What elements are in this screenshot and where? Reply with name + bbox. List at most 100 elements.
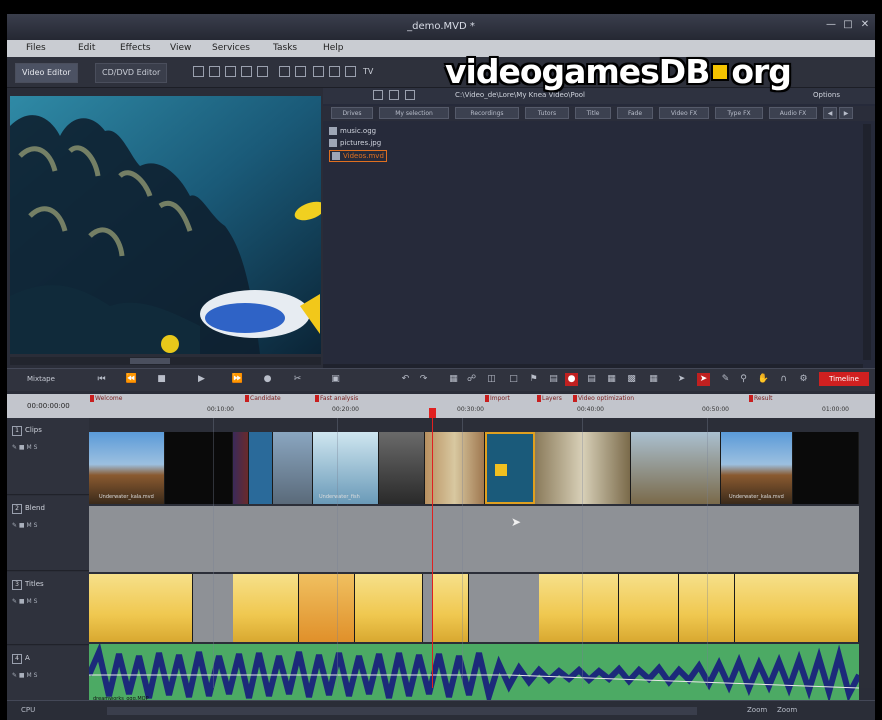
zoom-icon[interactable]: ⚲ <box>737 373 750 386</box>
zoom-value[interactable]: Zoom <box>777 706 797 714</box>
monitor-icon[interactable] <box>345 66 356 77</box>
hand-icon[interactable]: ✋ <box>757 373 770 386</box>
skip-back-icon[interactable]: ⏮ <box>95 373 108 386</box>
file-item-pictures[interactable]: pictures.jpg <box>329 138 381 148</box>
save-icon[interactable] <box>225 66 236 77</box>
burn-disc-icon[interactable] <box>257 66 268 77</box>
tv-label[interactable]: TV <box>363 67 373 76</box>
tabs-next-icon[interactable]: ▶ <box>839 107 853 119</box>
view-icon[interactable] <box>405 90 415 100</box>
title-clip[interactable] <box>433 574 469 642</box>
playhead[interactable] <box>429 408 436 688</box>
title-clip[interactable] <box>735 574 859 642</box>
folder-icon[interactable] <box>389 90 399 100</box>
video-clip[interactable] <box>535 432 631 504</box>
track-header-3[interactable]: 3 Titles ✎ ■ M S <box>7 572 89 645</box>
track-controls[interactable]: ✎ ■ M S <box>12 598 37 605</box>
minimize-icon[interactable]: — <box>825 19 837 31</box>
marker-flag[interactable]: Welcome <box>90 395 122 404</box>
tab-title[interactable]: Title <box>575 107 611 119</box>
menu-help[interactable]: Help <box>323 43 344 53</box>
menu-view[interactable]: View <box>170 43 191 53</box>
title-clip[interactable] <box>619 574 679 642</box>
title-clip[interactable] <box>233 574 299 642</box>
menu-files[interactable]: Files <box>26 43 46 53</box>
select-tool-icon[interactable]: ➤ <box>697 373 710 386</box>
settings-icon[interactable] <box>279 66 290 77</box>
open-file-icon[interactable] <box>209 66 220 77</box>
video-track-lane[interactable]: Underwater_kala.mvd Underwater_fish Unde… <box>89 432 859 504</box>
grid-icon[interactable]: ▦ <box>647 373 660 386</box>
video-clip[interactable] <box>249 432 273 504</box>
blend-track-lane[interactable] <box>89 506 859 572</box>
print-icon[interactable] <box>241 66 252 77</box>
folder-up-icon[interactable] <box>373 90 383 100</box>
track-controls[interactable]: ✎ ■ M S <box>12 672 37 679</box>
video-clip[interactable] <box>165 432 233 504</box>
tab-video-fx[interactable]: Video FX <box>659 107 709 119</box>
export-icon[interactable]: ▣ <box>329 373 342 386</box>
timeline-button[interactable]: Timeline <box>819 372 869 386</box>
pointer-icon[interactable]: ➤ <box>675 373 688 386</box>
tab-video-editor[interactable]: Video Editor <box>15 63 78 83</box>
options-dropdown[interactable]: Options <box>813 91 840 99</box>
video-clip[interactable] <box>233 432 249 504</box>
pen-icon[interactable]: ✎ <box>719 373 732 386</box>
cut-icon[interactable]: ✂ <box>291 373 304 386</box>
marker-flag[interactable]: Layers <box>537 395 562 404</box>
menu-edit[interactable]: Edit <box>78 43 95 53</box>
timeline-ruler[interactable]: 00:00:00:00 00:10:00 00:20:00 00:30:00 0… <box>7 394 875 418</box>
browser-vertical-scrollbar[interactable] <box>863 124 871 360</box>
group-icon[interactable]: ◫ <box>485 373 498 386</box>
playhead-handle[interactable] <box>429 408 436 418</box>
menu-tasks[interactable]: Tasks <box>273 43 297 53</box>
tab-my-selection[interactable]: My selection <box>379 107 449 119</box>
tab-audio-fx[interactable]: Audio FX <box>769 107 817 119</box>
export-icon[interactable] <box>329 66 340 77</box>
audio-track-lane[interactable]: dreamworks_ogg.MOP <box>89 644 859 706</box>
marker-flag[interactable]: Result <box>749 395 773 404</box>
new-file-icon[interactable] <box>193 66 204 77</box>
record-icon[interactable]: ● <box>261 373 274 386</box>
trim-icon[interactable]: ▤ <box>585 373 598 386</box>
marker-flag[interactable]: Import <box>485 395 510 404</box>
close-icon[interactable]: ✕ <box>859 19 871 31</box>
track-controls[interactable]: ✎ ■ M S <box>12 444 37 451</box>
tab-fade[interactable]: Fade <box>617 107 653 119</box>
tabs-prev-icon[interactable]: ◀ <box>823 107 837 119</box>
video-clip-selected[interactable] <box>485 432 535 504</box>
grid-icon[interactable] <box>313 66 324 77</box>
split-icon[interactable]: ▦ <box>447 373 460 386</box>
fast-forward-icon[interactable]: ⏩ <box>231 373 244 386</box>
marker-flag[interactable]: Video optimization <box>573 395 634 404</box>
browser-path[interactable]: C:\Video_de\Lore\My Knea Video\Pool <box>455 91 585 99</box>
layout-icon[interactable]: ▩ <box>625 373 638 386</box>
track-controls[interactable]: ✎ ■ M S <box>12 522 37 529</box>
title-clip[interactable] <box>89 574 193 642</box>
mode-icon[interactable]: ▤ <box>547 373 560 386</box>
preview-scroll-thumb[interactable] <box>130 358 170 364</box>
tools-icon[interactable]: ⚙ <box>797 373 810 386</box>
record-mode-icon[interactable]: ● <box>565 373 578 386</box>
tab-cd-dvd-editor[interactable]: CD/DVD Editor <box>95 63 168 83</box>
play-icon[interactable]: ▶ <box>195 373 208 386</box>
link-icon[interactable]: ☍ <box>465 373 478 386</box>
fx-icon[interactable]: ▦ <box>605 373 618 386</box>
video-clip[interactable] <box>425 432 485 504</box>
title-track-lane[interactable] <box>89 574 859 642</box>
snap-icon[interactable]: □ <box>507 373 520 386</box>
rewind-icon[interactable]: ⏪ <box>125 373 138 386</box>
menu-services[interactable]: Services <box>212 43 250 53</box>
track-header-2[interactable]: 2 Blend ✎ ■ M S <box>7 496 89 571</box>
tab-type-fx[interactable]: Type FX <box>715 107 763 119</box>
maximize-icon[interactable]: □ <box>842 19 854 31</box>
tab-recordings[interactable]: Recordings <box>455 107 519 119</box>
track-header-1[interactable]: 1 Clips ✎ ■ M S <box>7 418 89 495</box>
title-clip[interactable] <box>355 574 423 642</box>
menu-effects[interactable]: Effects <box>120 43 151 53</box>
tab-drives[interactable]: Drives <box>331 107 373 119</box>
marker-flag[interactable]: Fast analysis <box>315 395 358 404</box>
stop-icon[interactable]: ■ <box>155 373 168 386</box>
video-clip[interactable] <box>379 432 425 504</box>
preview-scrollbar[interactable] <box>10 357 321 365</box>
